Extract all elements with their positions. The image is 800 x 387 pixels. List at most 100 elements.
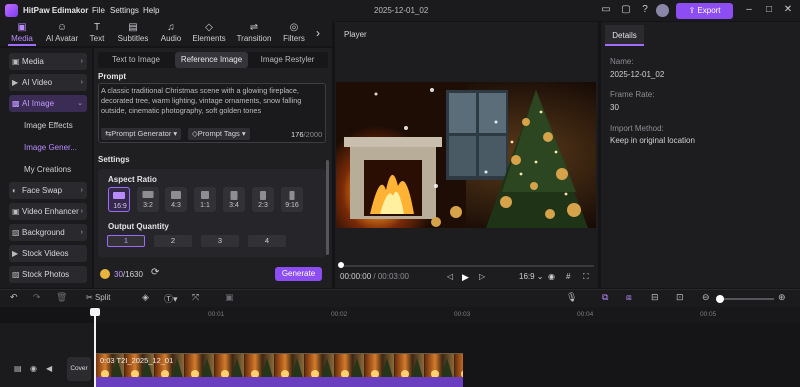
- tab-details[interactable]: Details: [605, 25, 644, 46]
- timeline-ruler[interactable]: [94, 307, 800, 323]
- ratio-3-4[interactable]: 3:4: [223, 187, 245, 212]
- zoom-out-icon[interactable]: ⊖: [702, 292, 710, 303]
- menu-help[interactable]: Help: [143, 6, 159, 15]
- quantity-4[interactable]: 4: [248, 235, 286, 247]
- tool-elements[interactable]: ◇ Elements: [190, 21, 228, 46]
- text-tool-icon[interactable]: Ⓣ▾: [164, 292, 178, 305]
- ratio-shape-icon: [142, 191, 154, 198]
- char-count: 176: [291, 130, 304, 139]
- generate-button[interactable]: Generate: [275, 267, 322, 281]
- fit-icon[interactable]: ⊡: [676, 292, 684, 303]
- delete-icon[interactable]: 🗑: [56, 292, 67, 303]
- avatar[interactable]: [656, 4, 669, 17]
- sidebar-item-ai-video[interactable]: ▶ AI Video ›: [9, 74, 87, 91]
- sidebar-sub-my-creations[interactable]: My Creations: [24, 165, 71, 174]
- track-split-icon[interactable]: ⊟: [651, 292, 659, 303]
- cover-button[interactable]: Cover: [67, 357, 91, 381]
- menu-settings[interactable]: Settings: [110, 6, 139, 15]
- progress-bar[interactable]: [340, 265, 594, 267]
- ratio-3-2[interactable]: 3:2: [137, 187, 159, 212]
- quantity-1[interactable]: 1: [107, 235, 145, 247]
- tool-filters[interactable]: ◎ Filters: [280, 21, 308, 46]
- sidebar-item-stock-photos[interactable]: ▨ Stock Photos: [9, 266, 87, 283]
- ratio-label: 4:3: [171, 202, 181, 209]
- microphone-icon[interactable]: 🎙: [566, 292, 577, 303]
- zoom-handle[interactable]: [716, 295, 724, 303]
- output-quantity-label: Output Quantity: [108, 222, 169, 231]
- tool-transition[interactable]: ⇌ Transition: [233, 21, 275, 46]
- tool-text[interactable]: T Text: [86, 21, 108, 46]
- name-label: Name:: [610, 57, 634, 66]
- video-preview[interactable]: [336, 82, 596, 228]
- ratio-16-9[interactable]: 16:9: [108, 187, 130, 212]
- sidebar-item-face-swap[interactable]: ◐ Face Swap ›: [9, 182, 87, 199]
- quantity-2[interactable]: 2: [154, 235, 192, 247]
- player-title: Player: [344, 30, 367, 39]
- sidebar-item-media[interactable]: ▣ Media ›: [9, 53, 87, 70]
- ratio-2-3[interactable]: 2:3: [252, 187, 274, 212]
- link-icon[interactable]: ⧉: [602, 292, 608, 303]
- prompt-generator-button[interactable]: ⇆Prompt Generator ▾: [101, 128, 182, 140]
- sidebar-item-stock-videos[interactable]: ▶ Stock Videos: [9, 245, 87, 262]
- freeze-icon[interactable]: ▣: [225, 292, 234, 303]
- app-logo-icon: [5, 4, 18, 17]
- playhead[interactable]: [94, 308, 96, 387]
- progress-handle[interactable]: [338, 262, 344, 268]
- sidebar-sub-image-generator[interactable]: Image Gener...: [24, 143, 77, 152]
- chat-icon[interactable]: ▢: [620, 4, 632, 16]
- help-icon[interactable]: ?: [639, 4, 651, 16]
- close-icon[interactable]: ✕: [782, 4, 794, 16]
- tab-reference-image[interactable]: Reference Image: [175, 52, 248, 68]
- tab-image-restyler[interactable]: Image Restyler: [251, 52, 324, 68]
- prev-frame-icon[interactable]: ◁: [447, 272, 453, 281]
- sidebar-item-ai-image[interactable]: ▩ AI Image ⌄: [9, 95, 87, 112]
- export-button[interactable]: ⇪ Export: [676, 3, 733, 19]
- sidebar-sub-image-effects[interactable]: Image Effects: [24, 121, 73, 130]
- toolbar-next-icon[interactable]: ›: [316, 26, 320, 40]
- sidebar-item-background[interactable]: ▧ Background ›: [9, 224, 87, 241]
- quantity-3[interactable]: 3: [201, 235, 239, 247]
- fullscreen-icon[interactable]: ⛶: [583, 272, 589, 282]
- tool-subtitles[interactable]: ▤ Subtitles: [114, 21, 152, 46]
- ratio-1-1[interactable]: 1:1: [194, 187, 216, 212]
- next-frame-icon[interactable]: ▷: [479, 272, 485, 281]
- snap-icon[interactable]: ⧈: [626, 292, 632, 303]
- panel-scrollbar[interactable]: [326, 160, 329, 255]
- shield-icon[interactable]: ◈: [142, 292, 149, 303]
- ratio-9-16[interactable]: 9:16: [281, 187, 303, 212]
- tab-text-to-image[interactable]: Text to Image: [100, 52, 172, 68]
- split-button[interactable]: ✂ Split: [86, 293, 111, 302]
- sidebar-item-video-enhancer[interactable]: ▣ Video Enhancer ›: [9, 203, 87, 220]
- ratio-select[interactable]: 16:9 ⌄: [519, 272, 544, 281]
- prompt-text[interactable]: A classic traditional Christmas scene wi…: [101, 86, 321, 116]
- player-ratio: 16:9: [519, 272, 535, 281]
- undo-icon[interactable]: ↶: [10, 292, 18, 303]
- playhead-handle[interactable]: [90, 308, 100, 316]
- tool-ai-avatar[interactable]: ☺ AI Avatar: [43, 21, 81, 46]
- ratio-label: 1:1: [200, 202, 210, 209]
- credits-total: /1630: [122, 270, 143, 279]
- minimize-icon[interactable]: –: [743, 4, 755, 16]
- frame-rate-value: 30: [610, 103, 619, 112]
- ratio-4-3[interactable]: 4:3: [165, 187, 187, 212]
- crop-icon[interactable]: ⤧: [192, 292, 199, 303]
- visibility-icon[interactable]: ◉: [30, 364, 37, 373]
- snapshot-icon[interactable]: ◉: [548, 272, 555, 281]
- play-icon[interactable]: ▶: [462, 272, 469, 283]
- zoom-in-icon[interactable]: ⊕: [778, 292, 786, 303]
- maximize-icon[interactable]: □: [763, 4, 775, 16]
- tool-media[interactable]: ▣ Media: [6, 21, 38, 46]
- menu-file[interactable]: File: [92, 6, 105, 15]
- mute-icon[interactable]: ◀: [46, 364, 52, 373]
- ratio-label: 3:4: [229, 202, 239, 209]
- credit-counter: 30/1630: [114, 270, 143, 279]
- import-method-value: Keep in original location: [610, 136, 695, 145]
- transition-icon: ⇌: [249, 22, 259, 33]
- zoom-slider[interactable]: [716, 298, 774, 300]
- grid-icon[interactable]: #: [566, 272, 570, 281]
- refresh-icon[interactable]: ⟳: [151, 267, 159, 278]
- redo-icon[interactable]: ↷: [33, 292, 41, 303]
- layout-icon[interactable]: ▭: [600, 4, 612, 16]
- tool-audio[interactable]: ♫ Audio: [157, 21, 185, 46]
- prompt-tags-button[interactable]: ◇Prompt Tags ▾: [188, 128, 250, 140]
